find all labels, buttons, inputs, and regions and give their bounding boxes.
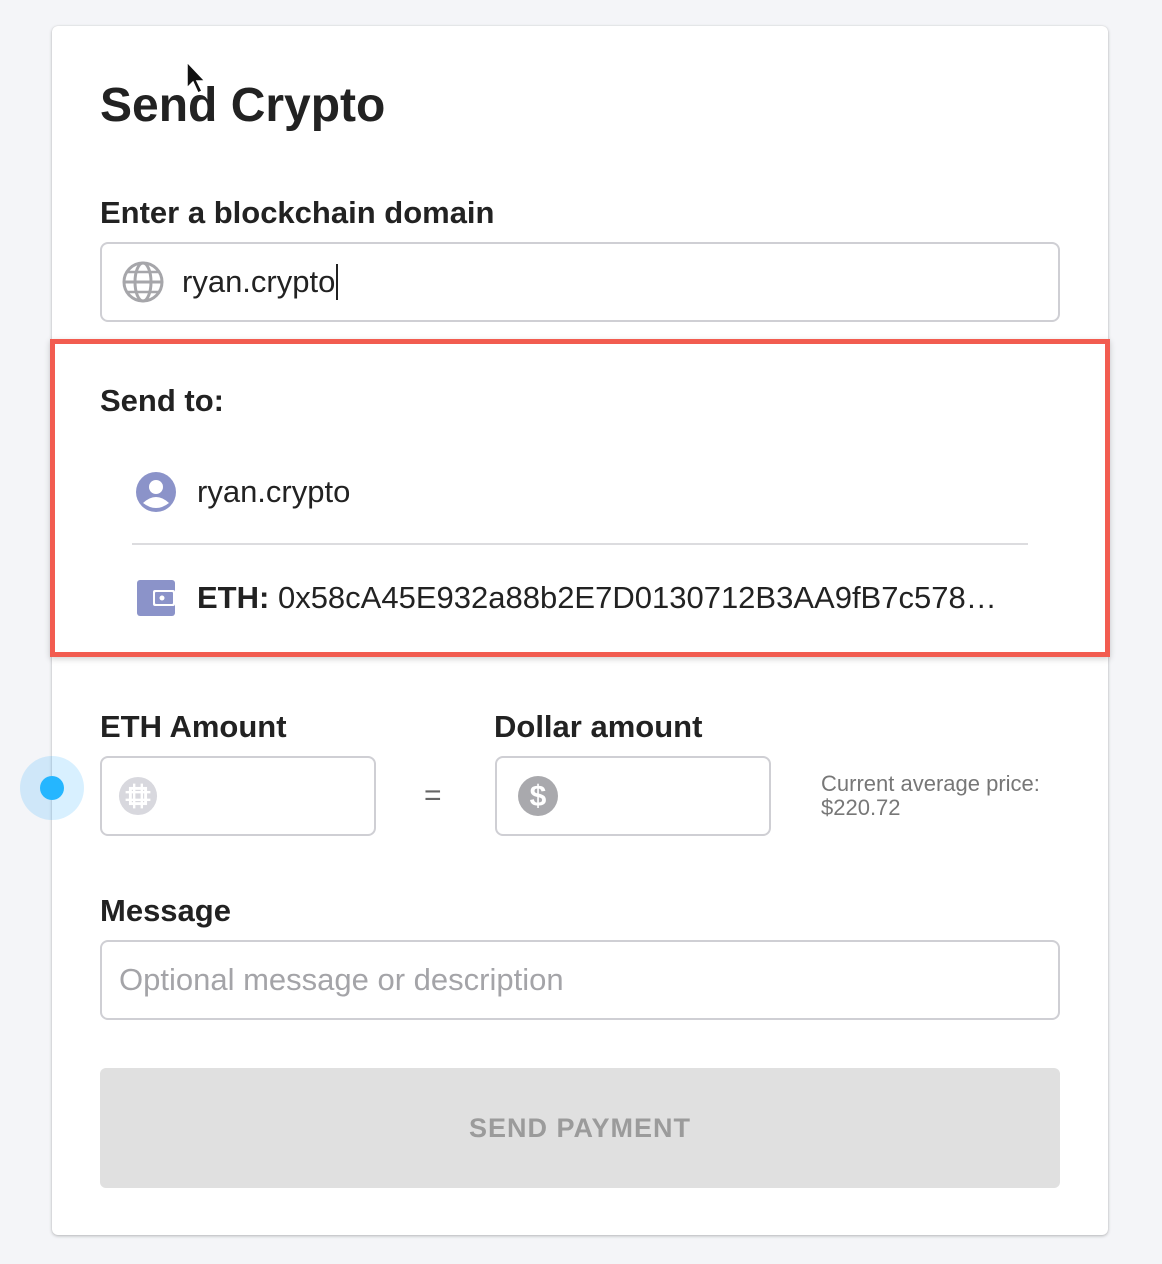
- dollar-coin-icon: $: [518, 776, 558, 816]
- page-title: Send Crypto: [100, 79, 386, 132]
- eth-prefix: ETH:: [197, 580, 270, 615]
- eth-address-row: ETH: 0x58cA45E932a88b2E7D0130712B3AA9fB7…: [135, 577, 997, 619]
- domain-label: Enter a blockchain domain: [100, 195, 495, 230]
- recipient-name: ryan.crypto: [197, 474, 351, 509]
- message-placeholder: Optional message or description: [119, 962, 564, 997]
- message-label: Message: [100, 893, 231, 928]
- eth-address: 0x58cA45E932a88b2E7D0130712B3AA9fB7c578…: [277, 580, 997, 615]
- eth-amount-label: ETH Amount: [100, 709, 287, 744]
- dollar-amount-input[interactable]: $: [495, 756, 771, 836]
- recipient-row: ryan.crypto: [135, 471, 350, 513]
- crypto-coin-icon: [118, 776, 158, 816]
- message-input[interactable]: Optional message or description: [100, 940, 1060, 1020]
- current-price-note: Current average price: $220.72: [821, 772, 1040, 820]
- send-payment-button[interactable]: SEND PAYMENT: [100, 1068, 1060, 1188]
- divider: [132, 543, 1028, 545]
- send-crypto-card: Send Crypto Enter a blockchain domain ry…: [50, 26, 1110, 1235]
- touch-indicator: [40, 776, 64, 800]
- equals-sign: =: [424, 779, 442, 812]
- user-circle-icon: [136, 472, 176, 512]
- domain-input-value: ryan.crypto: [182, 264, 336, 299]
- price-value: $220.72: [821, 795, 901, 820]
- wallet-icon: [137, 580, 175, 616]
- dollar-amount-label: Dollar amount: [494, 709, 703, 744]
- send-to-panel: Send to: ryan.crypto ETH: 0x58cA45E932a8…: [50, 339, 1110, 657]
- send-to-label: Send to:: [100, 383, 224, 418]
- text-caret: [336, 263, 339, 300]
- globe-icon: [122, 261, 164, 303]
- price-label: Current average price:: [821, 771, 1040, 796]
- domain-input[interactable]: ryan.crypto: [100, 242, 1060, 322]
- mouse-pointer-icon: [186, 60, 207, 95]
- svg-text:$: $: [530, 780, 547, 813]
- eth-amount-input[interactable]: [100, 756, 376, 836]
